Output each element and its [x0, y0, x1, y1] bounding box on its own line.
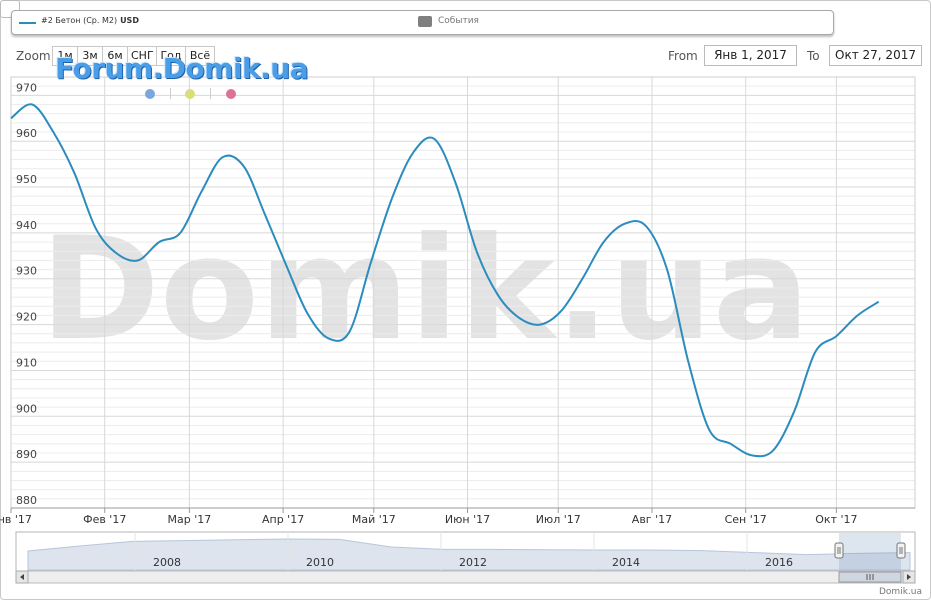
y-tick-label: 960 — [16, 127, 37, 140]
y-tick-label: 900 — [16, 402, 37, 415]
navigator-handle[interactable] — [834, 542, 844, 559]
brand-dot-yellow — [185, 89, 195, 99]
navigator-year-label: 2010 — [306, 556, 334, 569]
brand-divider — [170, 88, 171, 99]
brand-divider — [210, 88, 211, 99]
domik-watermark: Domik.ua — [40, 207, 810, 372]
y-tick-label: 890 — [16, 448, 37, 461]
y-tick-label: 950 — [16, 173, 37, 186]
price-chart: Domik.ua 880 890 900 910 920 930 940 950 960 970 Ян… — [0, 76, 916, 584]
x-tick-label: Июл '17 — [536, 513, 581, 526]
brand-dot-pink — [226, 89, 236, 99]
x-tick-label: Май '17 — [352, 513, 396, 526]
navigator-year-label: 2014 — [612, 556, 640, 569]
x-tick-label: Фев '17 — [83, 513, 126, 526]
navigator-year-label: 2016 — [765, 556, 793, 569]
y-tick-label: 910 — [16, 356, 37, 369]
y-tick-label: 930 — [16, 265, 37, 278]
y-tick-label: 940 — [16, 219, 37, 232]
y-tick-label: 880 — [16, 494, 37, 507]
scrollbar-track[interactable] — [15, 570, 916, 584]
navigator-selection — [839, 533, 901, 570]
x-tick-label: Авг '17 — [632, 513, 672, 526]
forum-brand-watermark: Forum.Domik.ua — [55, 52, 309, 85]
navigator-year-label: 2012 — [459, 556, 487, 569]
x-tick-label: Янв '17 — [0, 513, 32, 526]
x-tick-label: Апр '17 — [262, 513, 304, 526]
x-tick-label: Окт '17 — [815, 513, 857, 526]
x-tick-label: Июн '17 — [445, 513, 490, 526]
navigator-handle[interactable] — [896, 542, 906, 559]
credit-link[interactable]: Domik.ua — [879, 587, 922, 597]
x-tick-label: Мар '17 — [168, 513, 212, 526]
minor-grid — [11, 76, 915, 500]
navigator-year-label: 2008 — [153, 556, 181, 569]
x-tick-label: Сен '17 — [725, 513, 767, 526]
y-tick-label: 970 — [16, 81, 37, 94]
brand-dot-blue — [145, 89, 155, 99]
y-tick-label: 920 — [16, 311, 37, 324]
